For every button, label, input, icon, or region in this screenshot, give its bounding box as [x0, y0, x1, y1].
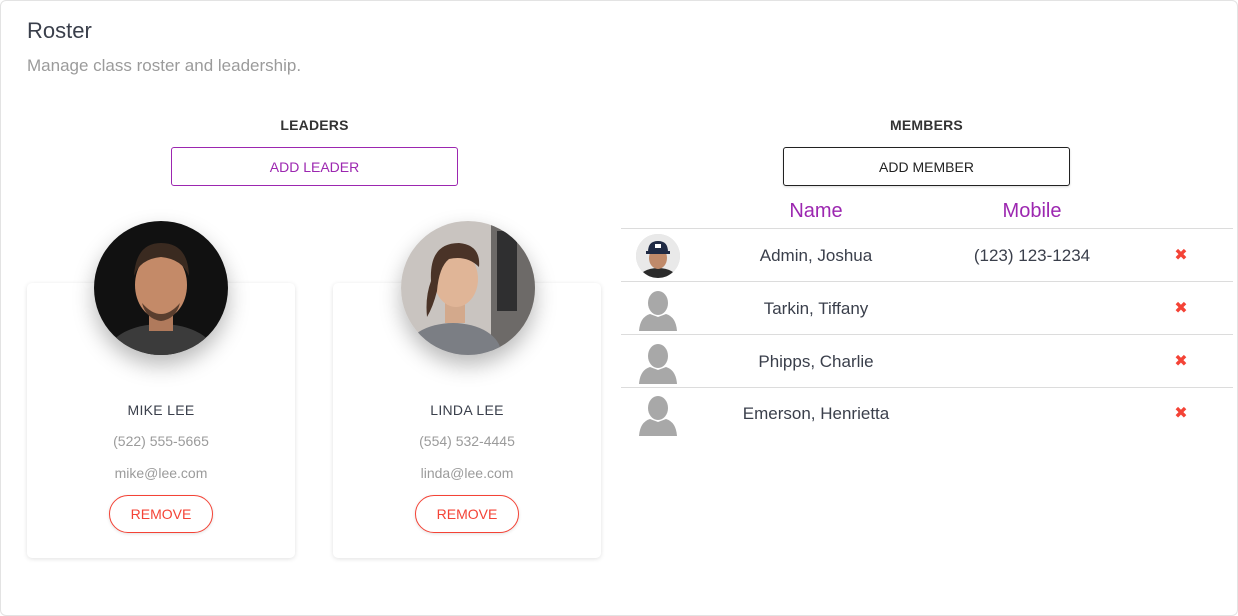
delete-member-icon[interactable]: ✖ [1173, 298, 1189, 318]
remove-leader-button[interactable]: REMOVE [415, 495, 519, 533]
page-title: Roster [27, 18, 92, 43]
column-header-mobile[interactable]: Mobile [932, 200, 1132, 223]
leader-name: MIKE LEE [127, 402, 195, 418]
leader-avatar [94, 221, 228, 355]
member-mobile: (123) 123-1234 [973, 246, 1091, 265]
table-row[interactable]: Phipps, Charlie ✖ [621, 335, 1233, 388]
column-header-name[interactable]: Name [716, 200, 916, 223]
table-row[interactable]: Admin, Joshua (123) 123-1234 ✖ [621, 229, 1233, 282]
member-avatar [636, 234, 680, 278]
delete-member-icon[interactable]: ✖ [1173, 351, 1189, 371]
remove-leader-button[interactable]: REMOVE [109, 495, 213, 533]
table-row[interactable]: Tarkin, Tiffany ✖ [621, 282, 1233, 335]
leader-phone: (522) 555-5665 [113, 433, 209, 449]
table-row[interactable]: Emerson, Henrietta ✖ [621, 387, 1233, 440]
delete-member-icon[interactable]: ✖ [1173, 403, 1189, 423]
delete-member-icon[interactable]: ✖ [1173, 245, 1189, 265]
leader-phone: (554) 532-4445 [419, 433, 515, 449]
member-name: Tarkin, Tiffany [763, 299, 869, 318]
avatar-placeholder-icon [636, 392, 680, 436]
add-member-button[interactable]: ADD MEMBER [783, 147, 1070, 186]
member-name: Phipps, Charlie [758, 352, 874, 371]
leaders-heading: LEADERS [280, 117, 349, 133]
page-subtitle: Manage class roster and leadership. [27, 56, 302, 75]
leader-avatar [401, 221, 535, 355]
avatar-placeholder-icon [636, 287, 680, 331]
members-heading: MEMBERS [890, 117, 963, 133]
avatar-placeholder-icon [636, 340, 680, 384]
leader-email: mike@lee.com [114, 465, 208, 481]
member-name: Emerson, Henrietta [742, 404, 890, 423]
leader-name: LINDA LEE [430, 402, 504, 418]
add-leader-button[interactable]: ADD LEADER [171, 147, 458, 186]
member-name: Admin, Joshua [759, 246, 873, 265]
leader-email: linda@lee.com [420, 465, 514, 481]
